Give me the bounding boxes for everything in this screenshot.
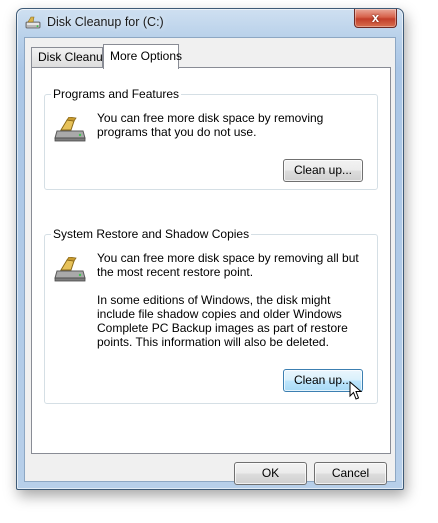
tab-disk-cleanup[interactable]: Disk Cleanup [31, 47, 109, 68]
more-options-panel: Programs and Features You can free more … [31, 67, 391, 454]
programs-clean-up-button[interactable]: Clean up... [283, 159, 363, 182]
disk-cleanup-app-icon [25, 16, 41, 30]
cancel-button[interactable]: Cancel [314, 462, 387, 485]
restore-description: You can free more disk space by removing… [97, 251, 359, 279]
dialog-client-area: Disk Cleanup More Options Programs and F… [24, 37, 396, 485]
title-bar[interactable]: Disk Cleanup for (C:) x [17, 9, 403, 37]
window-title: Disk Cleanup for (C:) [47, 15, 164, 29]
mouse-cursor-icon [349, 380, 363, 401]
programs-description: You can free more disk space by removing… [97, 111, 324, 139]
programs-features-group: Programs and Features You can free more … [44, 87, 378, 190]
programs-features-title: Programs and Features [51, 87, 182, 101]
system-restore-group: System Restore and Shadow Copies You can… [44, 227, 378, 404]
system-restore-title: System Restore and Shadow Copies [51, 227, 252, 241]
close-button[interactable]: x [354, 9, 397, 28]
drive-icon [53, 256, 87, 283]
tab-more-options[interactable]: More Options [103, 44, 182, 69]
restore-details: In some editions of Windows, the disk mi… [97, 293, 348, 349]
ok-button[interactable]: OK [234, 462, 307, 485]
disk-cleanup-window: Disk Cleanup for (C:) x Disk Cleanup Mor… [16, 8, 404, 490]
drive-icon [53, 116, 87, 143]
